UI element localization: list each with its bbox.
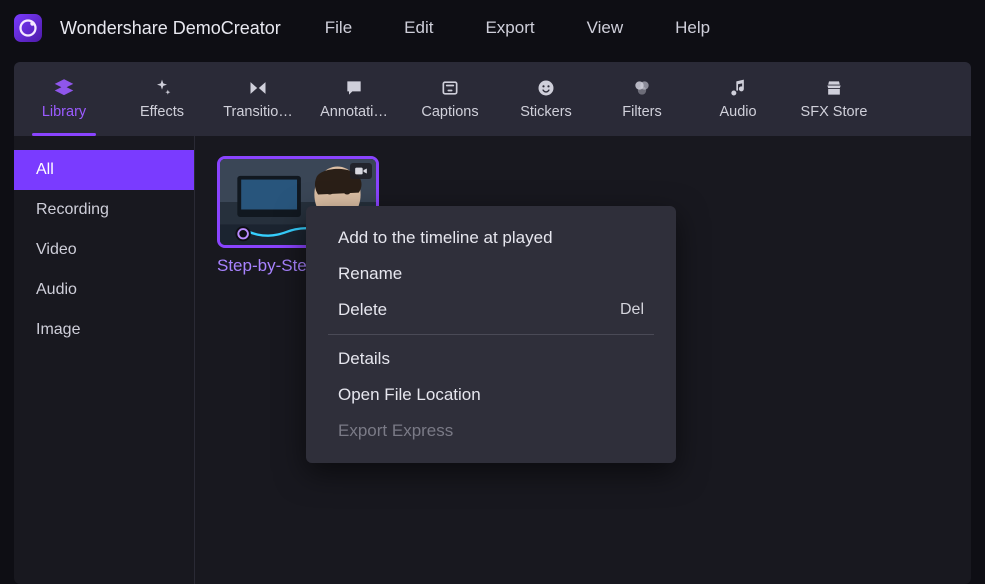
tab-filters-label: Filters [622,104,661,120]
menu-view[interactable]: View [587,18,624,38]
ctx-add-to-timeline[interactable]: Add to the timeline at played [306,220,676,256]
ctx-export-express-label: Export Express [338,421,453,441]
main-menu: File Edit Export View Help [325,18,710,38]
context-menu: Add to the timeline at played Rename Del… [306,206,676,463]
tab-sfx-store-label: SFX Store [801,104,868,120]
effects-icon [152,78,172,98]
tab-annotations[interactable]: Annotati… [306,62,402,136]
ctx-details-label: Details [338,349,390,369]
ctx-delete[interactable]: Delete Del [306,292,676,328]
ctx-add-to-timeline-label: Add to the timeline at played [338,228,553,248]
ctx-delete-label: Delete [338,300,387,320]
annotations-icon [344,78,364,98]
toolbar: Library Effects Transitio… Annotati… Cap… [14,62,971,136]
camera-badge-icon [350,163,372,179]
app-title: Wondershare DemoCreator [60,18,281,39]
tab-audio-label: Audio [719,104,756,120]
sidebar-item-recording[interactable]: Recording [14,190,194,230]
tab-sfx-store[interactable]: SFX Store [786,62,882,136]
stickers-icon [536,78,556,98]
sidebar-item-video[interactable]: Video [14,230,194,270]
tab-effects-label: Effects [140,104,184,120]
ctx-rename-label: Rename [338,264,402,284]
tab-transitions-label: Transitio… [223,104,293,120]
menu-export[interactable]: Export [485,18,534,38]
menu-edit[interactable]: Edit [404,18,433,38]
tab-stickers-label: Stickers [520,104,572,120]
tab-library-label: Library [42,104,86,120]
tab-stickers[interactable]: Stickers [498,62,594,136]
tab-captions[interactable]: Captions [402,62,498,136]
context-menu-divider [328,334,654,335]
tab-transitions[interactable]: Transitio… [210,62,306,136]
ctx-open-file-location[interactable]: Open File Location [306,377,676,413]
sidebar-item-all[interactable]: All [14,150,194,190]
sidebar-item-audio[interactable]: Audio [14,270,194,310]
tab-filters[interactable]: Filters [594,62,690,136]
app-logo-icon [19,19,37,37]
ctx-rename[interactable]: Rename [306,256,676,292]
menu-help[interactable]: Help [675,18,710,38]
library-sidebar: All Recording Video Audio Image [14,136,195,584]
tab-annotations-label: Annotati… [320,104,388,120]
tab-captions-label: Captions [421,104,478,120]
transitions-icon [248,78,268,98]
tab-audio[interactable]: Audio [690,62,786,136]
app-logo [14,14,42,42]
library-icon [54,78,74,98]
ctx-details[interactable]: Details [306,341,676,377]
filters-icon [632,78,652,98]
audio-icon [728,78,748,98]
sfx-store-icon [824,78,844,98]
ctx-delete-shortcut: Del [620,301,644,319]
captions-icon [440,78,460,98]
tab-effects[interactable]: Effects [114,62,210,136]
title-bar: Wondershare DemoCreator File Edit Export… [0,0,985,56]
menu-file[interactable]: File [325,18,352,38]
sidebar-item-image[interactable]: Image [14,310,194,350]
tab-library[interactable]: Library [14,62,114,136]
ctx-open-file-location-label: Open File Location [338,385,481,405]
ctx-export-express: Export Express [306,413,676,449]
